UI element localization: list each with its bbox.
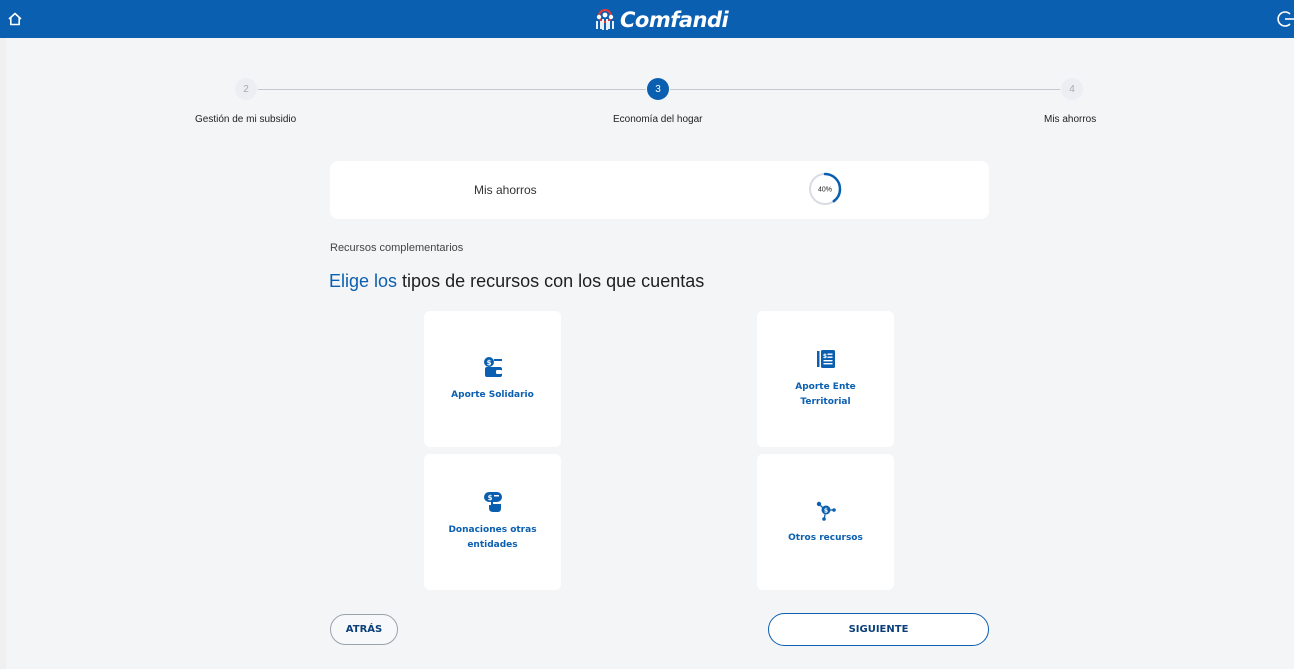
step-3-dot: 3 [647, 78, 669, 100]
section-subtitle: Recursos complementarios [330, 242, 464, 254]
money-network-icon: $ [816, 501, 836, 521]
back-button[interactable]: ATRÁS [330, 614, 398, 645]
headline-accent: Elige los [329, 271, 398, 291]
brand-name: Comfandi [620, 8, 729, 32]
hand-money-icon: $ [483, 492, 502, 512]
step-4-label: Mis ahorros [1044, 114, 1097, 125]
progress-ring: 40% [808, 172, 842, 206]
svg-text:$: $ [823, 507, 827, 514]
option-label: Aporte Solidario [451, 389, 534, 400]
step-3-label: Economía del hogar [613, 114, 703, 125]
option-aporte-solidario[interactable]: $ Aporte Solidario [424, 311, 561, 447]
option-aporte-ente-territorial[interactable]: $ Aporte Ente Territorial [757, 311, 894, 447]
wallet-money-icon: $ [483, 356, 502, 377]
logout-icon[interactable] [1275, 8, 1294, 30]
stepper-line [670, 89, 1060, 90]
svg-text:$: $ [486, 359, 491, 367]
svg-text:$: $ [822, 353, 826, 360]
savings-progress-card: Mis ahorros 40% [330, 161, 989, 219]
option-label: Otros recursos [788, 532, 863, 543]
section-headline: Elige los tipos de recursos con los que … [329, 271, 704, 292]
headline-rest: tipos de recursos con los que cuentas [397, 271, 705, 291]
money-document-icon: $ [816, 350, 835, 368]
stepper-line [258, 89, 646, 90]
next-button[interactable]: SIGUIENTE [768, 613, 989, 646]
top-bar: Comfandi [0, 0, 1294, 38]
brand-logo: Comfandi [592, 6, 729, 34]
option-label: Donaciones otras entidades [448, 525, 537, 550]
option-donaciones-otras-entidades[interactable]: $ Donaciones otras entidades [424, 454, 561, 590]
progress-value: 40% [818, 187, 832, 194]
option-label: Aporte Ente Territorial [795, 382, 856, 407]
progress-label: Mis ahorros [474, 183, 537, 197]
step-2-dot: 2 [235, 78, 257, 100]
home-icon[interactable] [4, 8, 26, 30]
option-otros-recursos[interactable]: $ Otros recursos [757, 454, 894, 590]
people-icon [596, 9, 614, 30]
step-2-label: Gestión de mi subsidio [195, 114, 297, 125]
main-content [6, 38, 1294, 669]
step-4-dot: 4 [1061, 78, 1083, 100]
